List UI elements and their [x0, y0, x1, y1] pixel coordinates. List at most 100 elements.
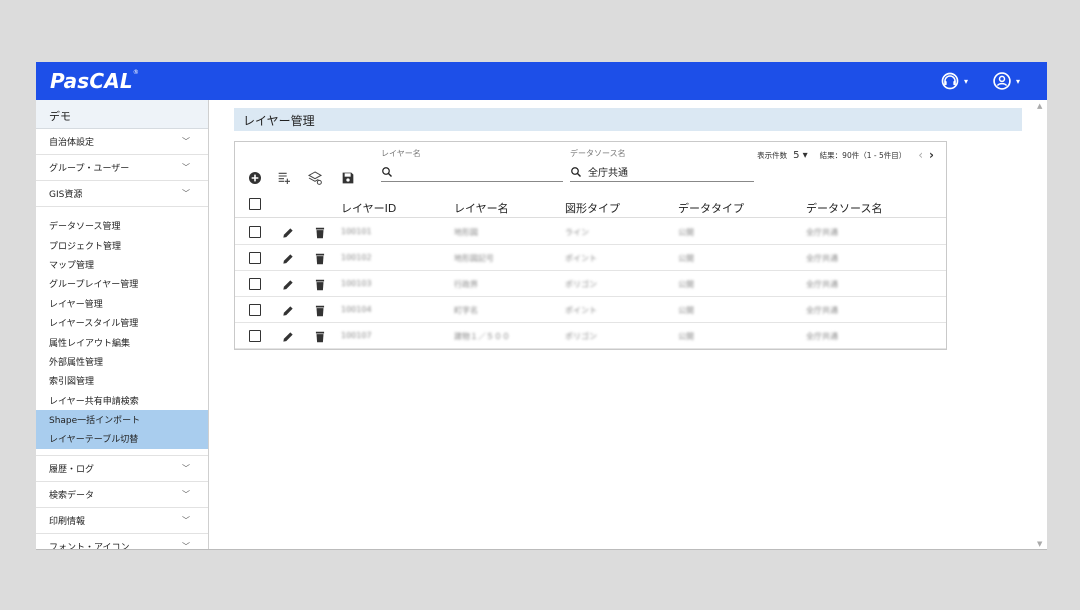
- table-cell: 全庁共通: [806, 332, 838, 341]
- sidebar-item-group-layer[interactable]: グループレイヤー管理: [36, 274, 208, 293]
- pagination: 表示件数 5 ▾ 結果：90件（1 - 5件目） ‹ ›: [757, 148, 934, 162]
- sidebar-group-print[interactable]: 印刷情報 ﹀: [36, 508, 208, 534]
- user-menu-button[interactable]: ▾: [992, 70, 1028, 92]
- top-bar: PasCAL® ▾ ▾: [36, 62, 1047, 100]
- edit-button[interactable]: [281, 329, 295, 343]
- edit-button[interactable]: [281, 251, 295, 265]
- row-checkbox[interactable]: [249, 226, 261, 238]
- layer-name-label: レイヤー名: [381, 149, 421, 158]
- sidebar-group-font-icon[interactable]: フォント・アイコン ﹀: [36, 534, 208, 550]
- table-row[interactable]: 100107 建物１／５００ ポリゴン 公開 全庁共通: [235, 323, 946, 349]
- layer-settings-button[interactable]: [307, 170, 323, 186]
- table-cell: ポリゴン: [565, 332, 597, 341]
- add-list-button[interactable]: [276, 170, 292, 186]
- add-circle-icon: [249, 172, 261, 184]
- chevron-down-icon: ﹀: [182, 463, 190, 473]
- next-page-button[interactable]: ›: [929, 148, 934, 162]
- trash-icon: [315, 253, 325, 265]
- sidebar-item-shape-import[interactable]: Shape一括インポート: [36, 409, 208, 430]
- column-header[interactable]: レイヤー名: [454, 200, 509, 216]
- delete-button[interactable]: [313, 251, 327, 265]
- save-button[interactable]: [340, 170, 356, 186]
- chevron-down-icon: ﹀: [182, 163, 190, 172]
- sidebar-group-gis[interactable]: GIS資源 ﹀: [36, 181, 208, 207]
- scroll-up-arrow[interactable]: ▲: [1037, 102, 1042, 110]
- sidebar-group-history[interactable]: 履歴・ログ ﹀: [36, 456, 208, 482]
- column-header[interactable]: 図形タイプ: [565, 200, 620, 216]
- layer-name-search-field[interactable]: [381, 162, 563, 182]
- sidebar-group-search-data[interactable]: 検索データ ﹀: [36, 482, 208, 508]
- layer-list-panel: レイヤー名 データソース名 全庁共通 表示件数 5 ▾ 結果：90件（1 - 5…: [234, 141, 947, 350]
- edit-button[interactable]: [281, 277, 295, 291]
- table-cell: 公開: [678, 228, 694, 237]
- per-page-select[interactable]: 5 ▾: [793, 150, 808, 161]
- pencil-icon: [283, 280, 293, 290]
- sidebar-item-datasource[interactable]: データソース管理: [36, 216, 208, 235]
- delete-button[interactable]: [313, 225, 327, 239]
- table-cell: 地形図記号: [454, 254, 494, 263]
- scroll-down-arrow[interactable]: ▼: [1037, 540, 1042, 548]
- datasource-search-field[interactable]: 全庁共通: [570, 162, 754, 182]
- table-cell: ライン: [565, 228, 589, 237]
- per-page-label: 表示件数: [757, 150, 788, 160]
- row-checkbox[interactable]: [249, 278, 261, 290]
- table-cell: 公開: [678, 280, 694, 289]
- column-header[interactable]: レイヤーID: [341, 200, 396, 216]
- sidebar-item-attr-layout[interactable]: 属性レイアウト編集: [36, 332, 208, 351]
- edit-button[interactable]: [281, 303, 295, 317]
- edit-button[interactable]: [281, 225, 295, 239]
- add-layer-button[interactable]: [247, 170, 263, 186]
- delete-button[interactable]: [313, 329, 327, 343]
- sidebar-group-municipality[interactable]: 自治体設定 ﹀: [36, 129, 208, 155]
- table-row[interactable]: 100101 地形図 ライン 公開 全庁共通: [235, 219, 946, 245]
- select-all-checkbox[interactable]: [249, 198, 261, 210]
- datasource-input[interactable]: 全庁共通: [588, 164, 628, 179]
- table-cell: 100107: [341, 331, 372, 340]
- table-cell: 公開: [678, 254, 694, 263]
- table-header: レイヤーID レイヤー名 図形タイプ データタイプ データソース名: [235, 194, 946, 218]
- pascal-logo[interactable]: PasCAL®: [50, 69, 139, 93]
- sidebar-item-layer-style[interactable]: レイヤースタイル管理: [36, 313, 208, 332]
- account-circle-icon: [993, 72, 1011, 90]
- table-row[interactable]: 100104 町字名 ポイント 公開 全庁共通: [235, 297, 946, 323]
- chevron-down-icon: ﹀: [182, 189, 190, 198]
- table-cell: 100103: [341, 279, 372, 288]
- delete-button[interactable]: [313, 303, 327, 317]
- search-icon: [571, 166, 581, 177]
- result-count: 結果：90件（1 - 5件目）: [819, 150, 907, 160]
- table-row[interactable]: 100103 行政界 ポリゴン 公開 全庁共通: [235, 271, 946, 297]
- sidebar-item-external-attr[interactable]: 外部属性管理: [36, 352, 208, 371]
- delete-button[interactable]: [313, 277, 327, 291]
- chevron-down-icon: ▾: [1016, 76, 1021, 86]
- column-header[interactable]: データソース名: [806, 200, 882, 216]
- pencil-icon: [283, 332, 293, 342]
- table-row[interactable]: 100102 地形図記号 ポイント 公開 全庁共通: [235, 245, 946, 271]
- page-title: レイヤー管理: [234, 108, 1022, 131]
- layers-settings-icon: [307, 171, 323, 185]
- sidebar-item-layer-table-switch[interactable]: レイヤーテーブル切替: [36, 429, 208, 449]
- table-cell: 建物１／５００: [454, 332, 510, 341]
- sidebar-item-project[interactable]: プロジェクト管理: [36, 235, 208, 254]
- chevron-down-icon: ﹀: [182, 541, 190, 550]
- chevron-down-icon: ﹀: [182, 489, 190, 499]
- chevron-down-icon: ﹀: [182, 137, 190, 146]
- support-menu-button[interactable]: ▾: [940, 70, 976, 92]
- sidebar-group-users[interactable]: グループ・ユーザー ﹀: [36, 155, 208, 181]
- vertical-scrollbar[interactable]: ▲ ▼: [1035, 100, 1047, 549]
- column-header[interactable]: データタイプ: [678, 200, 744, 216]
- sidebar-item-share-request[interactable]: レイヤー共有申請検索: [36, 391, 208, 410]
- row-checkbox[interactable]: [249, 304, 261, 316]
- table-cell: ポリゴン: [565, 280, 597, 289]
- prev-page-button[interactable]: ‹: [918, 148, 923, 162]
- sidebar-item-layer[interactable]: レイヤー管理: [36, 294, 208, 313]
- table-cell: 100101: [341, 227, 372, 236]
- row-checkbox[interactable]: [249, 252, 261, 264]
- app-window: PasCAL® ▾ ▾ デモ 自治体設定 ﹀ グループ・ユーザー ﹀ GIS資源 ﹀ …: [36, 62, 1047, 550]
- table-cell: 地形図: [454, 228, 478, 237]
- row-checkbox[interactable]: [249, 330, 261, 342]
- search-icon: [382, 166, 392, 177]
- save-icon: [342, 172, 354, 184]
- sidebar-item-index-map[interactable]: 索引図管理: [36, 371, 208, 390]
- trash-icon: [315, 279, 325, 291]
- sidebar-item-map[interactable]: マップ管理: [36, 255, 208, 274]
